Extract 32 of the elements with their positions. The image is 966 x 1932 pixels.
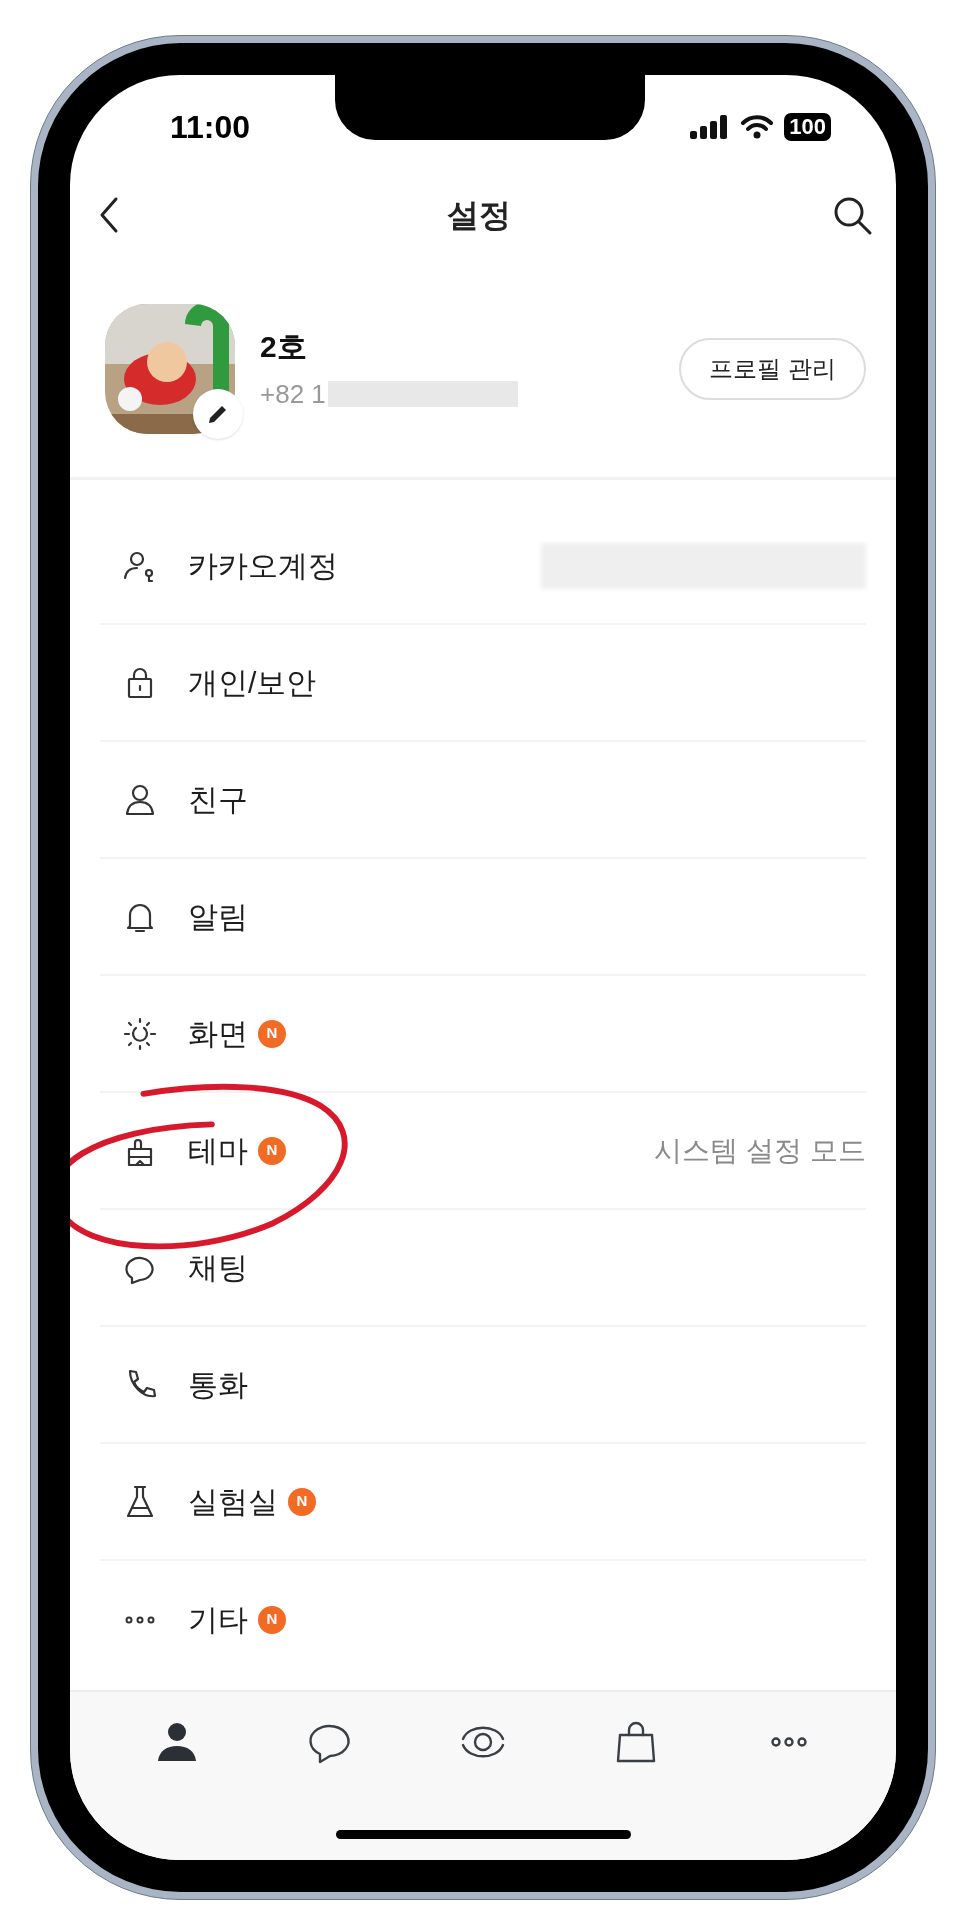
settings-row[interactable]: 개인/보안 <box>100 625 866 742</box>
new-badge: N <box>258 1019 286 1048</box>
settings-row[interactable]: 기타 N <box>100 1561 866 1678</box>
battery-indicator: 100 <box>784 112 831 141</box>
settings-row[interactable]: 테마 N 시스템 설정 모드 <box>100 1093 866 1210</box>
settings-row[interactable]: 화면 N <box>100 976 866 1093</box>
row-label: 통화 <box>188 1367 248 1403</box>
settings-row[interactable]: 알림 <box>100 859 866 976</box>
settings-row[interactable]: 카카오계정 <box>100 508 866 625</box>
new-badge: N <box>288 1487 316 1516</box>
row-label: 카카오계정 <box>188 548 338 584</box>
wifi-icon <box>740 113 775 140</box>
manage-profile-button[interactable]: 프로필 관리 <box>679 337 866 400</box>
phone-number: +82 1 <box>260 377 326 411</box>
row-label: 개인/보안 <box>188 665 317 701</box>
row-label: 친구 <box>188 782 248 818</box>
settings-row[interactable]: 채팅 <box>100 1210 866 1327</box>
row-label: 기타 <box>188 1602 248 1638</box>
page-title: 설정 <box>447 196 511 235</box>
profile-name: 2호 <box>260 328 308 365</box>
row-value: 시스템 설정 모드 <box>654 1133 866 1168</box>
settings-row[interactable]: 친구 <box>100 742 866 859</box>
row-label: 알림 <box>188 899 248 935</box>
settings-row[interactable]: 통화 <box>100 1327 866 1444</box>
status-time: 11:00 <box>170 107 251 147</box>
row-label: 테마 <box>188 1133 248 1169</box>
new-badge: N <box>258 1605 286 1634</box>
row-label: 화면 <box>188 1016 248 1052</box>
row-label: 채팅 <box>188 1250 248 1286</box>
new-badge: N <box>258 1136 286 1165</box>
settings-row[interactable]: 실험실 N <box>100 1444 866 1561</box>
row-label: 실험실 <box>188 1484 278 1520</box>
